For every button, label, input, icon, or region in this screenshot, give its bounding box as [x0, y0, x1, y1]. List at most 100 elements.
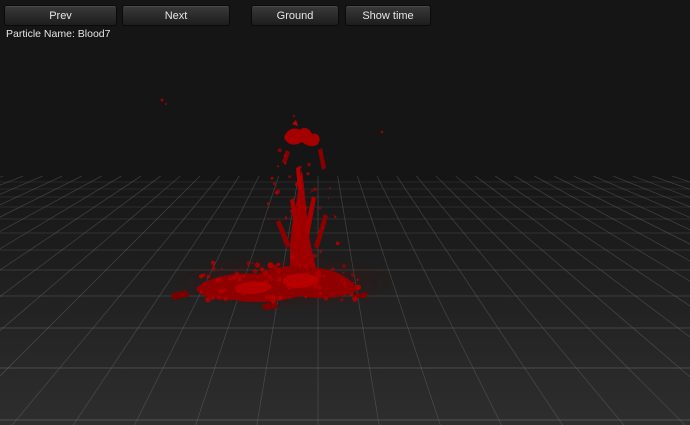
blood-droplet	[212, 269, 215, 272]
blood-droplet	[310, 208, 312, 211]
blood-droplet	[217, 288, 224, 294]
blood-droplet	[199, 290, 204, 295]
blood-droplet	[234, 276, 237, 279]
blood-droplet	[211, 297, 214, 301]
blood-droplet	[312, 253, 317, 258]
blood-droplet	[288, 280, 291, 283]
blood-droplet	[284, 216, 288, 219]
blood-droplet	[299, 165, 302, 169]
blood-droplet	[351, 273, 355, 277]
blood-droplet	[283, 273, 286, 276]
blood-droplet	[315, 272, 322, 279]
blood-droplet	[205, 296, 211, 303]
blood-droplet	[313, 203, 315, 205]
blood-droplet	[307, 162, 311, 167]
blood-droplet	[235, 290, 239, 294]
ground-button[interactable]: Ground	[251, 5, 339, 26]
blood-droplet	[316, 278, 321, 283]
blood-droplet	[318, 291, 322, 296]
blood-droplet	[292, 114, 296, 118]
scene-canvas	[0, 0, 690, 425]
blood-droplet	[165, 103, 167, 105]
blood-droplet	[283, 154, 287, 157]
blood-droplet	[307, 249, 309, 252]
blood-droplet	[272, 182, 276, 185]
blood-droplet	[329, 186, 332, 189]
blood-droplet	[343, 284, 347, 288]
blood-droplet	[298, 263, 302, 268]
blood-droplet	[318, 206, 322, 210]
blood-droplet	[238, 276, 243, 280]
blood-droplet	[331, 294, 334, 297]
blood-droplet	[223, 296, 228, 301]
blood-droplet	[303, 206, 308, 211]
blood-droplet	[268, 275, 273, 280]
blood-droplet	[277, 165, 280, 168]
blood-droplet	[288, 175, 291, 179]
blood-droplet	[276, 263, 280, 267]
next-button[interactable]: Next	[122, 5, 230, 26]
blood-droplet	[352, 281, 355, 284]
blood-droplet	[234, 271, 240, 277]
blood-droplet	[252, 268, 258, 274]
blood-droplet	[203, 282, 207, 285]
blood-droplet	[312, 282, 319, 289]
blood-droplet	[298, 175, 303, 180]
blood-droplet	[284, 162, 287, 165]
blood-droplet	[286, 274, 289, 277]
blood-droplet	[306, 272, 309, 275]
blood-droplet	[236, 287, 239, 290]
blood-droplet	[335, 241, 340, 246]
blood-droplet	[160, 98, 164, 102]
blood-droplet	[221, 267, 223, 270]
blood-droplet	[199, 274, 204, 279]
blood-droplet	[242, 274, 246, 278]
blood-droplet	[216, 295, 222, 301]
blood-droplet	[240, 290, 246, 296]
blood-droplet	[252, 262, 254, 264]
blood-droplet	[290, 209, 293, 213]
particle-name-label: Particle Name:	[6, 28, 75, 40]
blood-droplet	[294, 275, 299, 281]
blood-droplet	[306, 172, 310, 176]
blood-droplet	[276, 277, 282, 283]
blood-droplet	[276, 269, 281, 274]
blood-droplet	[333, 214, 336, 217]
blood-droplet	[277, 148, 282, 153]
blood-droplet	[268, 294, 274, 300]
blood-droplet	[273, 188, 275, 190]
blood-droplet	[215, 279, 220, 283]
particle-name-readout: Particle Name: Blood7	[6, 28, 110, 40]
show-time-button[interactable]: Show time	[345, 5, 431, 26]
blood-droplet	[289, 217, 291, 219]
scene-viewport	[0, 0, 690, 425]
blood-droplet	[349, 292, 354, 296]
blood-droplet	[352, 296, 358, 302]
blood-droplet	[313, 187, 317, 192]
blood-droplet	[290, 255, 295, 260]
blood-droplet	[356, 278, 360, 282]
blood-droplet	[277, 283, 280, 286]
particle-name-value: Blood7	[77, 28, 111, 40]
blood-droplet	[327, 197, 330, 200]
blood-droplet	[380, 130, 384, 134]
prev-button[interactable]: Prev	[4, 5, 117, 26]
blood-droplet	[254, 262, 261, 268]
blood-droplet	[340, 279, 343, 283]
blood-droplet	[324, 296, 328, 301]
blood-droplet	[222, 288, 227, 293]
blood-droplet	[295, 182, 299, 187]
blood-droplet	[260, 267, 265, 272]
blood-droplet	[270, 176, 274, 180]
blood-droplet	[340, 298, 344, 302]
blood-droplet	[263, 287, 269, 292]
blood-droplet	[342, 264, 346, 268]
blood-droplet	[322, 226, 325, 229]
blood-droplet	[287, 286, 291, 290]
blood-droplet	[307, 267, 310, 270]
blood-droplet	[263, 270, 269, 276]
blood-droplet	[266, 202, 270, 205]
blood-droplet	[357, 287, 360, 290]
blood-droplet	[298, 204, 303, 209]
blood-droplet	[264, 295, 269, 300]
